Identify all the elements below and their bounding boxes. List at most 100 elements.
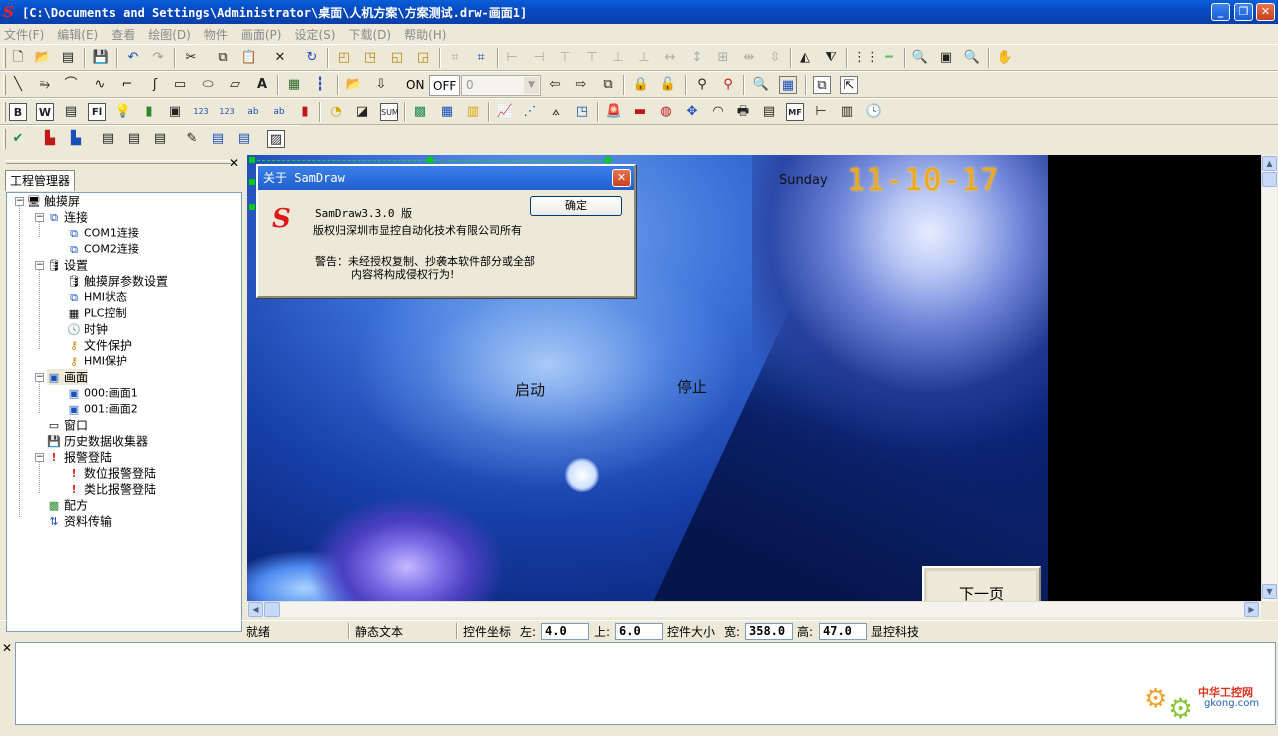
copy-icon[interactable]: ⧉ xyxy=(214,49,232,67)
multi-state-icon[interactable]: ▮ xyxy=(140,103,158,121)
tree-node-analog-alarm[interactable]: ! 类比报警登陆 xyxy=(67,481,156,497)
tab-project-manager[interactable]: 工程管理器 xyxy=(5,170,76,191)
menu-help[interactable]: 帮助(H) xyxy=(404,26,446,43)
toolbar-grip[interactable] xyxy=(3,75,6,95)
upload-icon[interactable]: ▤ xyxy=(125,130,143,148)
lock-icon[interactable]: 🔒 xyxy=(632,76,650,94)
polygon-icon[interactable]: ▱ xyxy=(226,76,244,94)
redo-icon[interactable]: ↷ xyxy=(149,49,167,67)
same-size-icon[interactable]: ⊞ xyxy=(714,49,732,67)
menu-download[interactable]: 下载(D) xyxy=(348,26,391,43)
paste-icon[interactable]: 📋 xyxy=(240,49,258,67)
open-image-icon[interactable]: 📂 xyxy=(345,76,363,94)
tree-node-com1[interactable]: ⧉ COM1连接 xyxy=(67,225,139,241)
align-bottom-icon[interactable]: ⊥ xyxy=(609,49,627,67)
grid-icon[interactable]: ⋮⋮ xyxy=(853,49,879,67)
export-icon[interactable]: ⧉ xyxy=(599,76,617,94)
tree-node-screen-1[interactable]: ▣ 000:画面1 xyxy=(67,385,138,401)
collapse-toggle[interactable]: − xyxy=(35,373,44,382)
scroll-up-icon[interactable]: ▲ xyxy=(1262,156,1277,171)
arrow-left-icon[interactable]: ⇦ xyxy=(546,76,564,94)
minimize-button[interactable]: _ xyxy=(1211,3,1230,21)
tree-node-plc-control[interactable]: ▦ PLC控制 xyxy=(67,305,127,321)
mf-icon[interactable]: MF xyxy=(786,103,804,121)
zoom-fit-icon[interactable]: ▣ xyxy=(937,49,955,67)
offline-simulate-icon[interactable]: ▙ xyxy=(41,130,59,148)
pan-hand-icon[interactable]: ✋ xyxy=(996,49,1014,67)
dialog-close-button[interactable]: ✕ xyxy=(612,169,631,187)
same-height-icon[interactable]: ↕ xyxy=(688,49,706,67)
layer-icon[interactable]: ▤ xyxy=(209,130,227,148)
rectangle-icon[interactable]: ▭ xyxy=(171,76,189,94)
search-icon[interactable]: 🔍 xyxy=(752,76,770,94)
line-icon[interactable]: ╲ xyxy=(9,76,27,94)
ellipse-icon[interactable]: ⬭ xyxy=(199,76,217,94)
replace-icon[interactable]: ⚲ xyxy=(719,76,737,94)
scroll-left-icon[interactable]: ◀ xyxy=(248,602,263,617)
next-page-button[interactable]: 下一页 xyxy=(922,566,1041,601)
alarm-display-icon[interactable]: ◍ xyxy=(657,103,675,121)
arc-icon[interactable]: ⌒ xyxy=(62,76,80,94)
menu-screen[interactable]: 画面(P) xyxy=(241,26,282,43)
menu-draw[interactable]: 绘图(D) xyxy=(148,26,191,43)
curve-icon[interactable]: ∿ xyxy=(91,76,109,94)
move-icon[interactable]: ✥ xyxy=(683,103,701,121)
horizontal-scroll-thumb[interactable] xyxy=(264,602,280,617)
collapse-toggle[interactable]: − xyxy=(35,261,44,270)
weekday-display[interactable]: Sunday xyxy=(779,173,828,188)
flip-vertical-icon[interactable]: ⧨ xyxy=(822,49,840,67)
text-icon[interactable]: A xyxy=(253,76,271,94)
selection-handle[interactable] xyxy=(605,157,611,163)
flip-horizontal-icon[interactable]: ◭ xyxy=(796,49,814,67)
keypad-icon[interactable]: ▦ xyxy=(779,76,797,94)
tree-node-touchscreen[interactable]: 🖥 触摸屏 xyxy=(27,193,80,209)
function-button-icon[interactable]: Fl xyxy=(88,103,106,121)
ungroup-icon[interactable]: ⌗ xyxy=(472,49,490,67)
word-button-icon[interactable]: W xyxy=(36,103,54,121)
panel-close-icon[interactable]: ✕ xyxy=(229,156,239,170)
function-key-icon[interactable]: ▤ xyxy=(62,103,80,121)
collapse-toggle[interactable]: − xyxy=(35,453,44,462)
scale-icon[interactable]: ┇ xyxy=(311,76,329,94)
unlock-icon[interactable]: 🔓 xyxy=(659,76,677,94)
ascii-input-icon[interactable]: ab xyxy=(270,103,288,121)
tree-node-clock[interactable]: 🕓 时钟 xyxy=(67,321,108,337)
sum-icon[interactable]: SUM xyxy=(380,103,399,121)
selection-handle[interactable] xyxy=(427,157,433,163)
history-icon[interactable]: ◳ xyxy=(573,103,591,121)
animation-icon[interactable]: ▦ xyxy=(438,103,456,121)
bar-icon[interactable]: ▮ xyxy=(296,103,314,121)
zoom-out-icon[interactable]: 🔍 xyxy=(963,49,981,67)
recipe-table-icon[interactable]: ▥ xyxy=(838,103,856,121)
tree-node-com2[interactable]: ⧉ COM2连接 xyxy=(67,241,139,257)
numeric-input-icon[interactable]: 123 xyxy=(218,103,236,121)
xy-chart-icon[interactable]: ⟑ xyxy=(547,103,565,121)
trend-graph-icon[interactable]: ◪ xyxy=(353,103,371,121)
send-backward-icon[interactable]: ◲ xyxy=(414,49,432,67)
popup-icon[interactable]: ⇱ xyxy=(840,76,858,94)
transfer-icon[interactable]: ▤ xyxy=(151,130,169,148)
download-icon[interactable]: ▤ xyxy=(99,130,117,148)
bring-forward-icon[interactable]: ◱ xyxy=(388,49,406,67)
scroll-right-icon[interactable]: ▶ xyxy=(1244,602,1259,617)
horizontal-scrollbar[interactable]: ◀ ▶ xyxy=(247,601,1261,617)
selection-handle[interactable] xyxy=(249,157,255,163)
toolbar-grip[interactable] xyxy=(3,48,6,68)
refresh-icon[interactable]: ↻ xyxy=(303,49,321,67)
report-icon[interactable]: ▤ xyxy=(760,103,778,121)
scatter-chart-icon[interactable]: ⋰ xyxy=(521,103,539,121)
ruler-icon[interactable]: ┉ xyxy=(880,49,898,67)
off-state[interactable]: OFF xyxy=(429,75,461,96)
tree-node-screens[interactable]: ▣ 画面 xyxy=(47,369,89,385)
date-display[interactable]: 11-10-17 xyxy=(847,163,1000,198)
chevron-down-icon[interactable]: ▼ xyxy=(524,77,539,94)
start-label[interactable]: 启动 xyxy=(515,379,545,400)
tree-node-history-collector[interactable]: 💾 历史数据收集器 xyxy=(47,433,148,449)
compile-check-icon[interactable]: ✔ xyxy=(9,130,27,148)
alarm-light-icon[interactable]: 🚨 xyxy=(605,103,623,121)
align-top-icon[interactable]: ⊤ xyxy=(583,49,601,67)
collapse-toggle[interactable]: − xyxy=(15,197,24,206)
space-horizontal-icon[interactable]: ⇹ xyxy=(740,49,758,67)
window-mode-icon[interactable]: ⧉ xyxy=(813,76,831,94)
menu-view[interactable]: 查看 xyxy=(111,26,135,43)
